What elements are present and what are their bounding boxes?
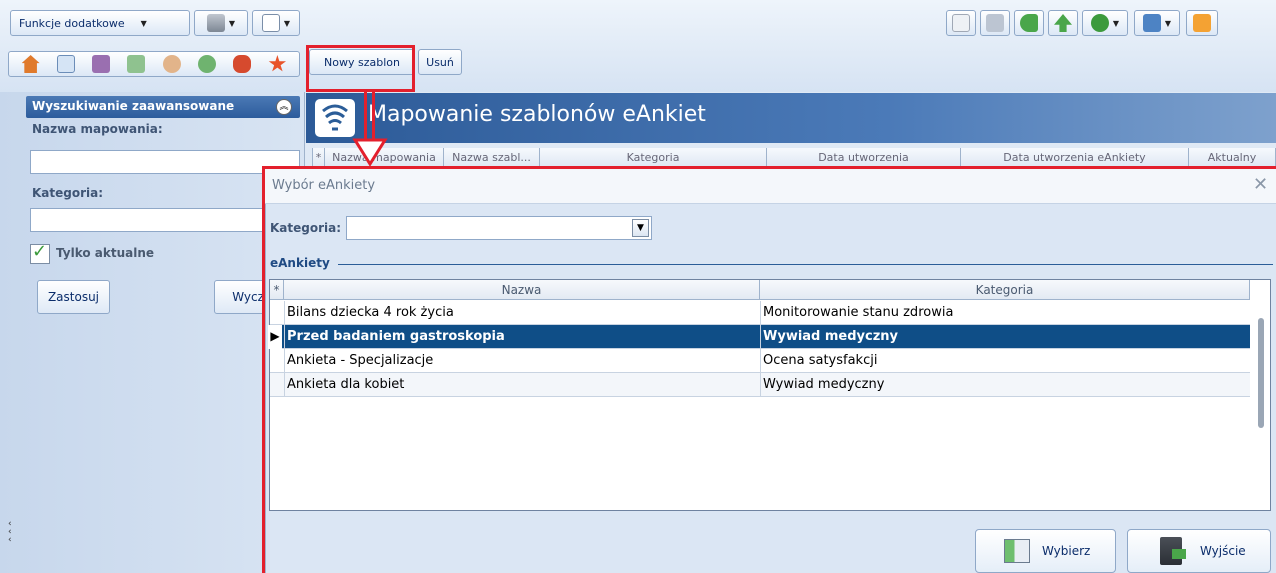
help-dropdown[interactable]: ▼ <box>1082 10 1128 36</box>
mapping-name-input[interactable] <box>30 150 300 174</box>
network-icon <box>986 14 1004 32</box>
chevron-down-icon: ▼ <box>140 18 147 28</box>
column-header[interactable]: Kategoria <box>540 148 767 168</box>
lock-button[interactable] <box>1186 10 1218 36</box>
staff-icon[interactable] <box>162 55 181 73</box>
mapping-name-label: Nazwa mapowania: <box>32 122 163 136</box>
eankieta-logo <box>314 98 356 138</box>
arrow-up-icon <box>1054 14 1072 32</box>
column-header[interactable]: Data utworzenia <box>767 148 961 168</box>
home-up-button[interactable] <box>1048 10 1078 36</box>
chevron-down-icon: ▼ <box>1112 18 1120 28</box>
delete-button[interactable]: Usuń <box>418 49 462 75</box>
settlements-icon[interactable] <box>197 55 216 73</box>
panel-splitter-handle[interactable]: ‹ ‹ ‹ <box>8 520 12 545</box>
lock-icon <box>1193 14 1211 32</box>
checkmark-icon: ✓ <box>32 241 48 262</box>
only-current-label: Tylko aktualne <box>56 246 155 260</box>
funkcje-label: Funkcje dodatkowe <box>19 16 125 30</box>
home-icon[interactable] <box>21 55 40 73</box>
back-button[interactable] <box>1014 10 1044 36</box>
star-icon[interactable] <box>268 55 287 72</box>
view-dropdown[interactable]: ▼ <box>252 10 300 36</box>
category-input[interactable] <box>30 208 300 232</box>
printer-icon <box>206 14 225 32</box>
documents-icon[interactable] <box>127 55 146 73</box>
monitor-icon <box>1142 14 1161 32</box>
chevron-down-icon: ▼ <box>228 18 236 28</box>
column-header[interactable]: Nazwa szabl... <box>444 148 540 168</box>
print-dropdown[interactable]: ▼ <box>194 10 248 36</box>
annotation-arrow-shaft <box>364 92 375 142</box>
layout-icon <box>261 14 280 32</box>
category-label: Kategoria: <box>32 186 104 200</box>
apply-label: Zastosuj <box>47 290 100 304</box>
module-icon-bar <box>8 51 300 77</box>
collapse-icon[interactable]: ︽ <box>276 99 292 115</box>
arrow-left-icon <box>1020 14 1038 32</box>
settings-icon[interactable] <box>233 55 252 73</box>
patients-icon[interactable] <box>92 55 111 73</box>
envelope-icon <box>952 14 970 32</box>
only-current-checkbox[interactable]: ✓ <box>30 241 50 264</box>
calendar-icon[interactable] <box>56 55 75 73</box>
annotation-arrow-head <box>352 138 388 166</box>
chevron-down-icon: ▼ <box>1164 18 1172 28</box>
column-marker: * <box>313 148 325 168</box>
mail-button[interactable] <box>946 10 976 36</box>
highlight-dialog <box>262 166 1276 573</box>
monitor-dropdown[interactable]: ▼ <box>1134 10 1180 36</box>
chevron-down-icon: ▼ <box>283 18 291 28</box>
help-icon <box>1090 14 1109 32</box>
funkcje-dodatkowe-dropdown[interactable]: Funkcje dodatkowe ▼ <box>10 10 190 36</box>
network-button[interactable] <box>980 10 1010 36</box>
column-header[interactable]: Data utworzenia eAnkiety <box>961 148 1189 168</box>
search-panel-title: Wyszukiwanie zaawansowane <box>26 96 300 118</box>
apply-button[interactable]: Zastosuj <box>37 280 110 314</box>
column-header[interactable]: Aktualny <box>1189 148 1276 168</box>
highlight-new-template <box>306 45 415 92</box>
delete-label: Usuń <box>426 55 454 69</box>
page-title: Mapowanie szablonów eAnkiet <box>368 102 706 127</box>
